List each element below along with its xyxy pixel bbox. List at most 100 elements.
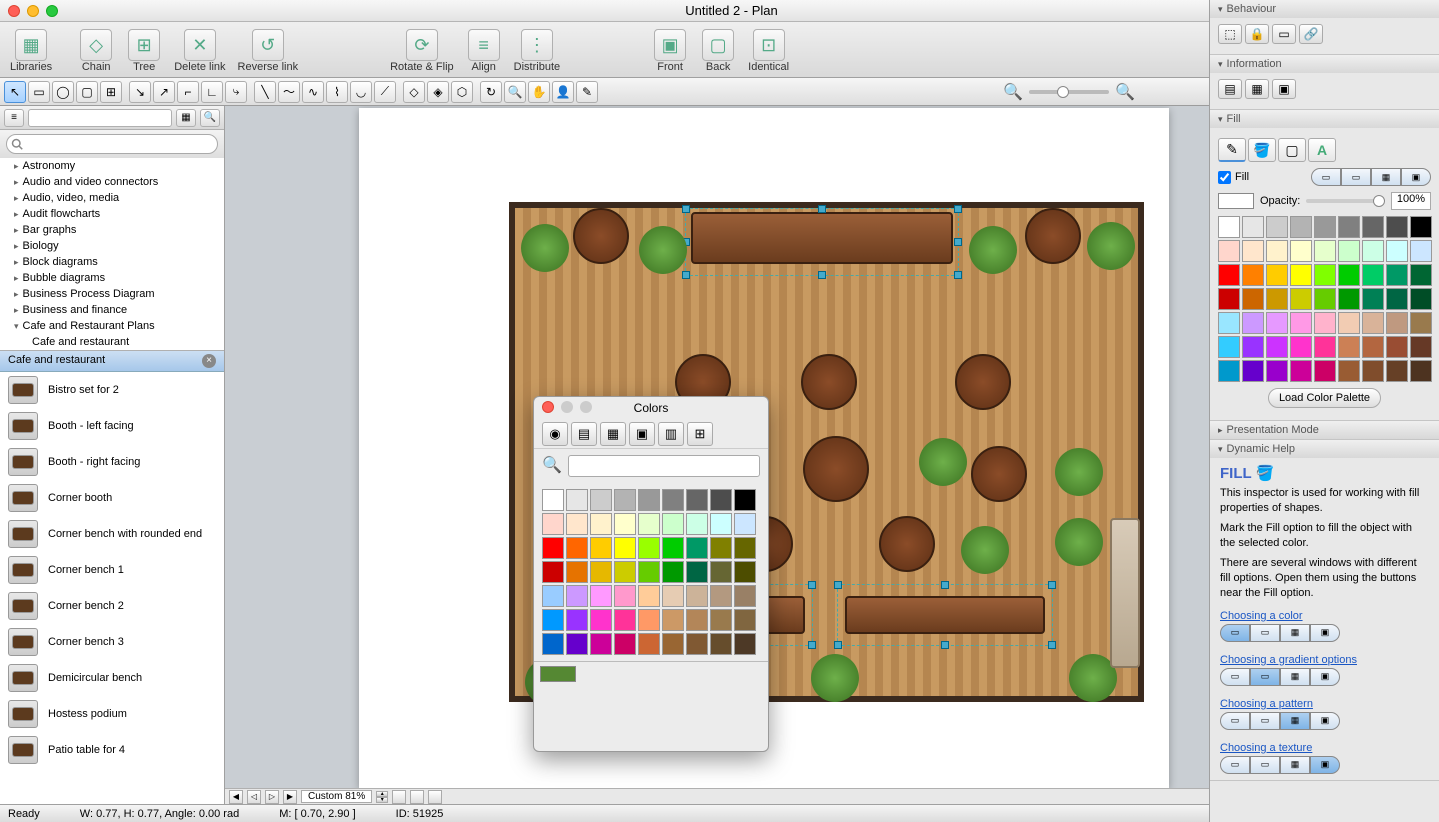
- curve-tool[interactable]: 〜: [278, 81, 300, 103]
- info-1[interactable]: ▤: [1218, 79, 1242, 99]
- color-swatch[interactable]: [686, 585, 708, 607]
- color-swatch[interactable]: [614, 537, 636, 559]
- color-swatch[interactable]: [1314, 216, 1336, 238]
- color-swatch[interactable]: [542, 561, 564, 583]
- plant[interactable]: [811, 654, 859, 702]
- color-swatch[interactable]: [1386, 360, 1408, 382]
- load-palette-button[interactable]: Load Color Palette: [1268, 388, 1381, 408]
- color-swatch[interactable]: [1338, 360, 1360, 382]
- color-swatch[interactable]: [710, 537, 732, 559]
- color-swatch[interactable]: [590, 561, 612, 583]
- library-view-toggle[interactable]: ≡: [4, 109, 24, 127]
- color-swatch[interactable]: [1410, 312, 1432, 334]
- plant[interactable]: [639, 226, 687, 274]
- color-swatch[interactable]: [734, 489, 756, 511]
- color-swatch[interactable]: [1242, 216, 1264, 238]
- color-swatch[interactable]: [1242, 312, 1264, 334]
- color-swatch[interactable]: [734, 633, 756, 655]
- tree-node[interactable]: Audio and video connectors: [0, 174, 224, 190]
- minimize-icon[interactable]: [27, 5, 39, 17]
- color-swatch[interactable]: [1338, 240, 1360, 262]
- library-item[interactable]: Corner booth: [0, 480, 224, 516]
- library-item[interactable]: Corner bench 3: [0, 624, 224, 660]
- fill-bucket-tab[interactable]: 🪣: [1248, 138, 1276, 162]
- color-swatch[interactable]: [542, 633, 564, 655]
- tree-node-child[interactable]: Cafe and restaurant: [0, 334, 224, 350]
- color-swatch[interactable]: [734, 609, 756, 631]
- color-swatch[interactable]: [1290, 216, 1312, 238]
- color-swatch[interactable]: [566, 537, 588, 559]
- fill-section-header[interactable]: Fill: [1210, 110, 1439, 128]
- color-swatch[interactable]: [1410, 336, 1432, 358]
- round-table[interactable]: [1025, 208, 1081, 264]
- library-search-button[interactable]: 🔍: [200, 109, 220, 127]
- help-link-texture[interactable]: Choosing a texture: [1210, 736, 1439, 756]
- library-item[interactable]: Booth - left facing: [0, 408, 224, 444]
- connector-2[interactable]: ↗: [153, 81, 175, 103]
- tree-button[interactable]: ⊞Tree: [126, 29, 162, 73]
- color-swatch[interactable]: [710, 489, 732, 511]
- color-swatch[interactable]: [710, 633, 732, 655]
- color-swatch[interactable]: [614, 513, 636, 535]
- color-sliders-tab[interactable]: ▤: [571, 422, 597, 446]
- color-swatch[interactable]: [1338, 264, 1360, 286]
- color-swatch[interactable]: [1314, 312, 1336, 334]
- distribute-button[interactable]: ⋮Distribute: [514, 29, 560, 73]
- behaviour-lock[interactable]: 🔒: [1245, 24, 1269, 44]
- close-icon[interactable]: [542, 401, 554, 413]
- color-swatch[interactable]: [1362, 216, 1384, 238]
- library-search-input[interactable]: [6, 134, 218, 154]
- color-swatch[interactable]: [542, 609, 564, 631]
- color-swatch[interactable]: [1386, 240, 1408, 262]
- color-swatch[interactable]: [662, 609, 684, 631]
- color-swatch[interactable]: [1266, 312, 1288, 334]
- color-swatch[interactable]: [710, 609, 732, 631]
- library-items-close[interactable]: ×: [202, 354, 216, 368]
- opacity-value[interactable]: 100%: [1391, 192, 1431, 210]
- color-swatch[interactable]: [614, 633, 636, 655]
- color-swatch[interactable]: [1314, 288, 1336, 310]
- color-swatch[interactable]: [1290, 312, 1312, 334]
- color-swatch[interactable]: [1362, 312, 1384, 334]
- tree-node[interactable]: Business Process Diagram: [0, 286, 224, 302]
- color-swatch[interactable]: [686, 609, 708, 631]
- library-item[interactable]: Hostess podium: [0, 696, 224, 732]
- front-button[interactable]: ▣Front: [652, 29, 688, 73]
- color-swatch[interactable]: [590, 633, 612, 655]
- round-table[interactable]: [573, 208, 629, 264]
- text-tool[interactable]: ▢: [76, 81, 98, 103]
- connector-3[interactable]: ⌐: [177, 81, 199, 103]
- plant[interactable]: [1055, 518, 1103, 566]
- edit-points-3[interactable]: ⬡: [451, 81, 473, 103]
- color-swatch[interactable]: [1386, 264, 1408, 286]
- poly-tool[interactable]: ⌇: [326, 81, 348, 103]
- color-swatch[interactable]: [1218, 312, 1240, 334]
- search-tool[interactable]: 🔍: [504, 81, 526, 103]
- behaviour-resize[interactable]: ⬚: [1218, 24, 1242, 44]
- color-swatch[interactable]: [542, 489, 564, 511]
- color-swatch[interactable]: [1266, 360, 1288, 382]
- fill-text-tab[interactable]: A: [1308, 138, 1336, 162]
- color-wheel-tab[interactable]: ◉: [542, 422, 568, 446]
- color-swatch[interactable]: [1242, 336, 1264, 358]
- close-icon[interactable]: [8, 5, 20, 17]
- behaviour-move[interactable]: ▭: [1272, 24, 1296, 44]
- color-swatch[interactable]: [734, 537, 756, 559]
- color-swatch[interactable]: [1362, 288, 1384, 310]
- color-swatch[interactable]: [1338, 312, 1360, 334]
- color-swatch[interactable]: [1242, 240, 1264, 262]
- color-swatch[interactable]: [662, 585, 684, 607]
- color-swatch[interactable]: [1218, 360, 1240, 382]
- tree-node[interactable]: Cafe and Restaurant Plans: [0, 318, 224, 334]
- color-image-tab[interactable]: ▣: [629, 422, 655, 446]
- colors-panel-titlebar[interactable]: Colors: [534, 397, 768, 419]
- color-swatch[interactable]: [1314, 240, 1336, 262]
- color-swatch[interactable]: [566, 633, 588, 655]
- tree-node[interactable]: Biology: [0, 238, 224, 254]
- selected-color[interactable]: [540, 666, 576, 682]
- color-swatch[interactable]: [1314, 360, 1336, 382]
- color-search-input[interactable]: [568, 455, 760, 477]
- color-swatch[interactable]: [662, 561, 684, 583]
- fill-checkbox[interactable]: Fill: [1218, 171, 1249, 184]
- color-swatch[interactable]: [1314, 336, 1336, 358]
